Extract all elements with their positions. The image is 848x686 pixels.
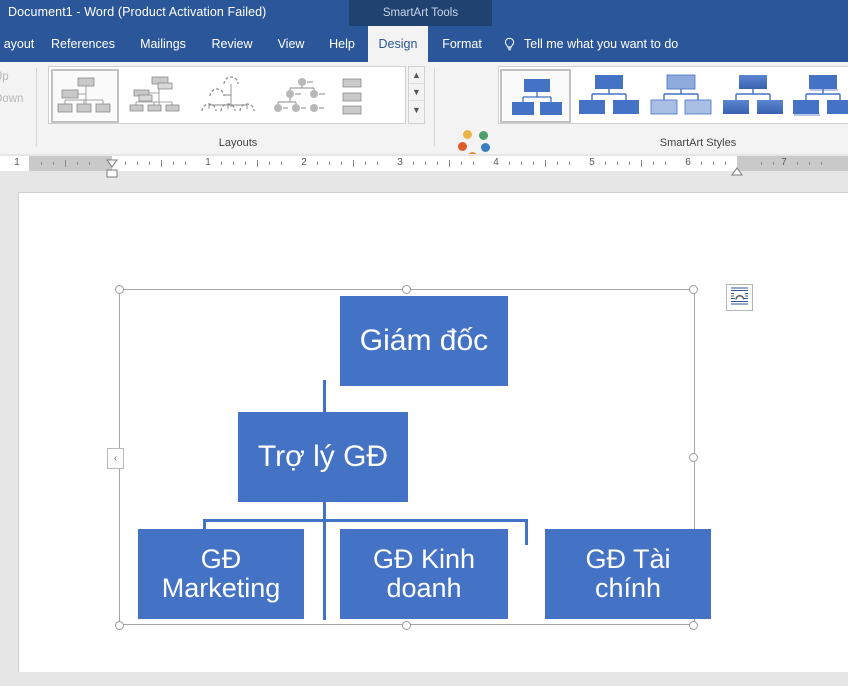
ruler-track xyxy=(0,156,848,171)
tab-mailings[interactable]: Mailings xyxy=(128,26,198,62)
document-title: Document1 - Word (Product Activation Fai… xyxy=(8,5,267,19)
group-label-smartart-styles: SmartArt Styles xyxy=(659,137,737,149)
resize-handle-bottom-right[interactable] xyxy=(689,621,698,630)
resize-handle-top-right[interactable] xyxy=(689,285,698,294)
tab-layout[interactable]: ayout xyxy=(0,26,38,62)
ruler-number-4: 4 xyxy=(493,157,499,168)
smartart-node-marketing[interactable]: GĐ Marketing xyxy=(138,529,304,619)
smartart-node-assistant[interactable]: Trợ lý GĐ xyxy=(238,412,408,502)
layouts-gallery-scroll-buttons[interactable]: ▲ ▼ ▼ xyxy=(408,66,425,124)
word-window: Document1 - Word (Product Activation Fai… xyxy=(0,0,848,686)
style-thumb-white-outline[interactable] xyxy=(573,69,644,123)
resize-handle-bottom-center[interactable] xyxy=(402,621,411,630)
smartart-graphic-frame[interactable]: Giám đốc Trợ lý GĐ GĐ Marketing GĐ Kinh … xyxy=(107,284,753,630)
ruler-number-5: 5 xyxy=(589,157,595,168)
tab-help[interactable]: Help xyxy=(318,26,366,62)
resize-handle-middle-right[interactable] xyxy=(689,453,698,462)
style-thumb-simple-fill[interactable] xyxy=(500,69,571,123)
tab-format[interactable]: Format xyxy=(430,26,494,62)
title-bar: Document1 - Word (Product Activation Fai… xyxy=(0,0,848,26)
ruler-number-2: 2 xyxy=(301,157,307,168)
ruler-number-7: 7 xyxy=(781,157,787,168)
ruler-number-1: 1 xyxy=(205,157,211,168)
smartart-node-finance[interactable]: GĐ Tài chính xyxy=(545,529,711,619)
smartart-styles-gallery[interactable] xyxy=(498,66,848,124)
lightbulb-icon xyxy=(503,37,516,52)
text-pane-toggle-button[interactable]: ‹ xyxy=(107,448,124,469)
gallery-scroll-down-button[interactable]: ▼ xyxy=(409,84,424,101)
layout-options-icon xyxy=(730,286,749,310)
group-divider-2 xyxy=(434,68,435,146)
resize-handle-bottom-left[interactable] xyxy=(115,621,124,630)
layouts-gallery[interactable] xyxy=(48,66,406,124)
ruler-number-6: 6 xyxy=(685,157,691,168)
move-up-label[interactable]: Up xyxy=(0,66,23,88)
ruler-right-margin xyxy=(737,156,848,171)
layout-thumb-half-circle-organization-chart[interactable] xyxy=(195,69,263,123)
ruler-number-3: 3 xyxy=(397,157,403,168)
tab-design[interactable]: Design xyxy=(368,26,428,62)
document-canvas[interactable]: Giám đốc Trợ lý GĐ GĐ Marketing GĐ Kinh … xyxy=(0,178,848,686)
group-label-layouts: Layouts xyxy=(218,137,258,149)
document-page[interactable]: Giám đốc Trợ lý GĐ GĐ Marketing GĐ Kinh … xyxy=(18,192,848,672)
layout-thumb-hierarchy-list[interactable] xyxy=(339,69,389,123)
smartart-node-sales[interactable]: GĐ Kinh doanh xyxy=(340,529,508,619)
ruler-number-left: 1 xyxy=(14,157,20,168)
layout-options-button[interactable] xyxy=(726,284,753,311)
right-indent-marker[interactable] xyxy=(731,163,743,176)
style-thumb-subtle-effect[interactable] xyxy=(645,69,716,123)
tab-review[interactable]: Review xyxy=(200,26,264,62)
tab-references[interactable]: References xyxy=(40,26,126,62)
tab-view[interactable]: View xyxy=(266,26,316,62)
connector-children-horizontal-right xyxy=(323,519,528,522)
left-indent-marker[interactable] xyxy=(106,165,118,178)
ribbon-body: Up Down ▾ xyxy=(0,62,848,189)
layout-thumb-circle-picture-hierarchy[interactable] xyxy=(267,69,335,123)
layout-thumb-name-and-title-organization-chart[interactable] xyxy=(123,69,191,123)
window-bottom-strip xyxy=(0,676,848,686)
contextual-tab-label: SmartArt Tools xyxy=(349,0,492,26)
resize-handle-top-left[interactable] xyxy=(115,285,124,294)
promote-demote-cut-commands: Up Down ▾ xyxy=(0,66,23,133)
connector-children-horizontal xyxy=(203,519,326,522)
gallery-scroll-up-button[interactable]: ▲ xyxy=(409,67,424,84)
horizontal-ruler[interactable]: 1 1 2 3 4 5 6 7 xyxy=(0,154,848,178)
gallery-more-button[interactable]: ▼ xyxy=(409,101,424,118)
style-thumb-moderate-effect[interactable] xyxy=(717,69,788,123)
tell-me-label: Tell me what you want to do xyxy=(524,37,679,51)
first-line-indent-marker[interactable] xyxy=(106,155,118,168)
connector-drop-finance xyxy=(525,519,528,545)
resize-handle-top-center[interactable] xyxy=(402,285,411,294)
style-thumb-intense-effect[interactable] xyxy=(789,69,848,123)
tell-me-box[interactable]: Tell me what you want to do xyxy=(503,26,678,62)
smartart-node-director[interactable]: Giám đốc xyxy=(340,296,508,386)
layout-thumb-organization-chart[interactable] xyxy=(51,69,119,123)
move-down-label[interactable]: Down xyxy=(0,88,23,110)
group-divider-1 xyxy=(36,68,37,146)
